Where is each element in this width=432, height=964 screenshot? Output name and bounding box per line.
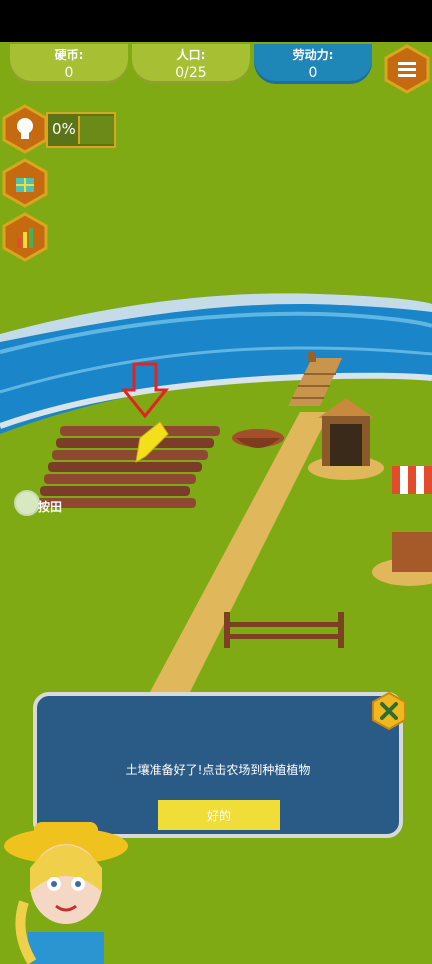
labor-value: 0 [308,65,318,81]
stats-button[interactable] [2,212,48,262]
menu-button[interactable] [384,44,430,94]
river [0,293,432,434]
hint-button[interactable] [2,104,48,154]
game-screen: 硬币: 0 人口: 0/25 劳动力: 0 0% 按田 土壤准备好了!点击农场到… [0,0,432,964]
progress-text: 0% [52,120,76,138]
farmer-avatar [4,822,128,964]
market-stall [372,466,432,586]
tool-shed [308,398,384,480]
labor-counter: 劳动力: 0 [254,44,372,84]
population-label: 人口: [176,48,206,62]
status-bar [0,0,432,42]
farm-scene[interactable]: 硬币: 0 人口: 0/25 劳动力: 0 0% 按田 土壤准备好了!点击农场到… [0,42,432,964]
fence [224,612,344,648]
dialog-message: 土壤准备好了!点击农场到种植植物 [125,763,311,777]
gift-button[interactable] [2,158,48,208]
close-icon[interactable] [371,691,407,731]
progress-box: 0% [46,112,116,148]
field-plot [36,426,220,508]
progress-slot [78,116,114,144]
coins-counter: 硬币: 0 [10,44,128,84]
population-counter: 人口: 0/25 [132,44,250,84]
plow-field-label: 按田 [38,500,63,514]
coins-label: 硬币: [54,48,84,62]
ok-button[interactable]: 好的 [158,800,280,830]
labor-label: 劳动力: [292,48,334,62]
population-value: 0/25 [175,65,207,81]
coins-value: 0 [64,65,74,81]
plow-field-icon[interactable] [14,490,40,516]
